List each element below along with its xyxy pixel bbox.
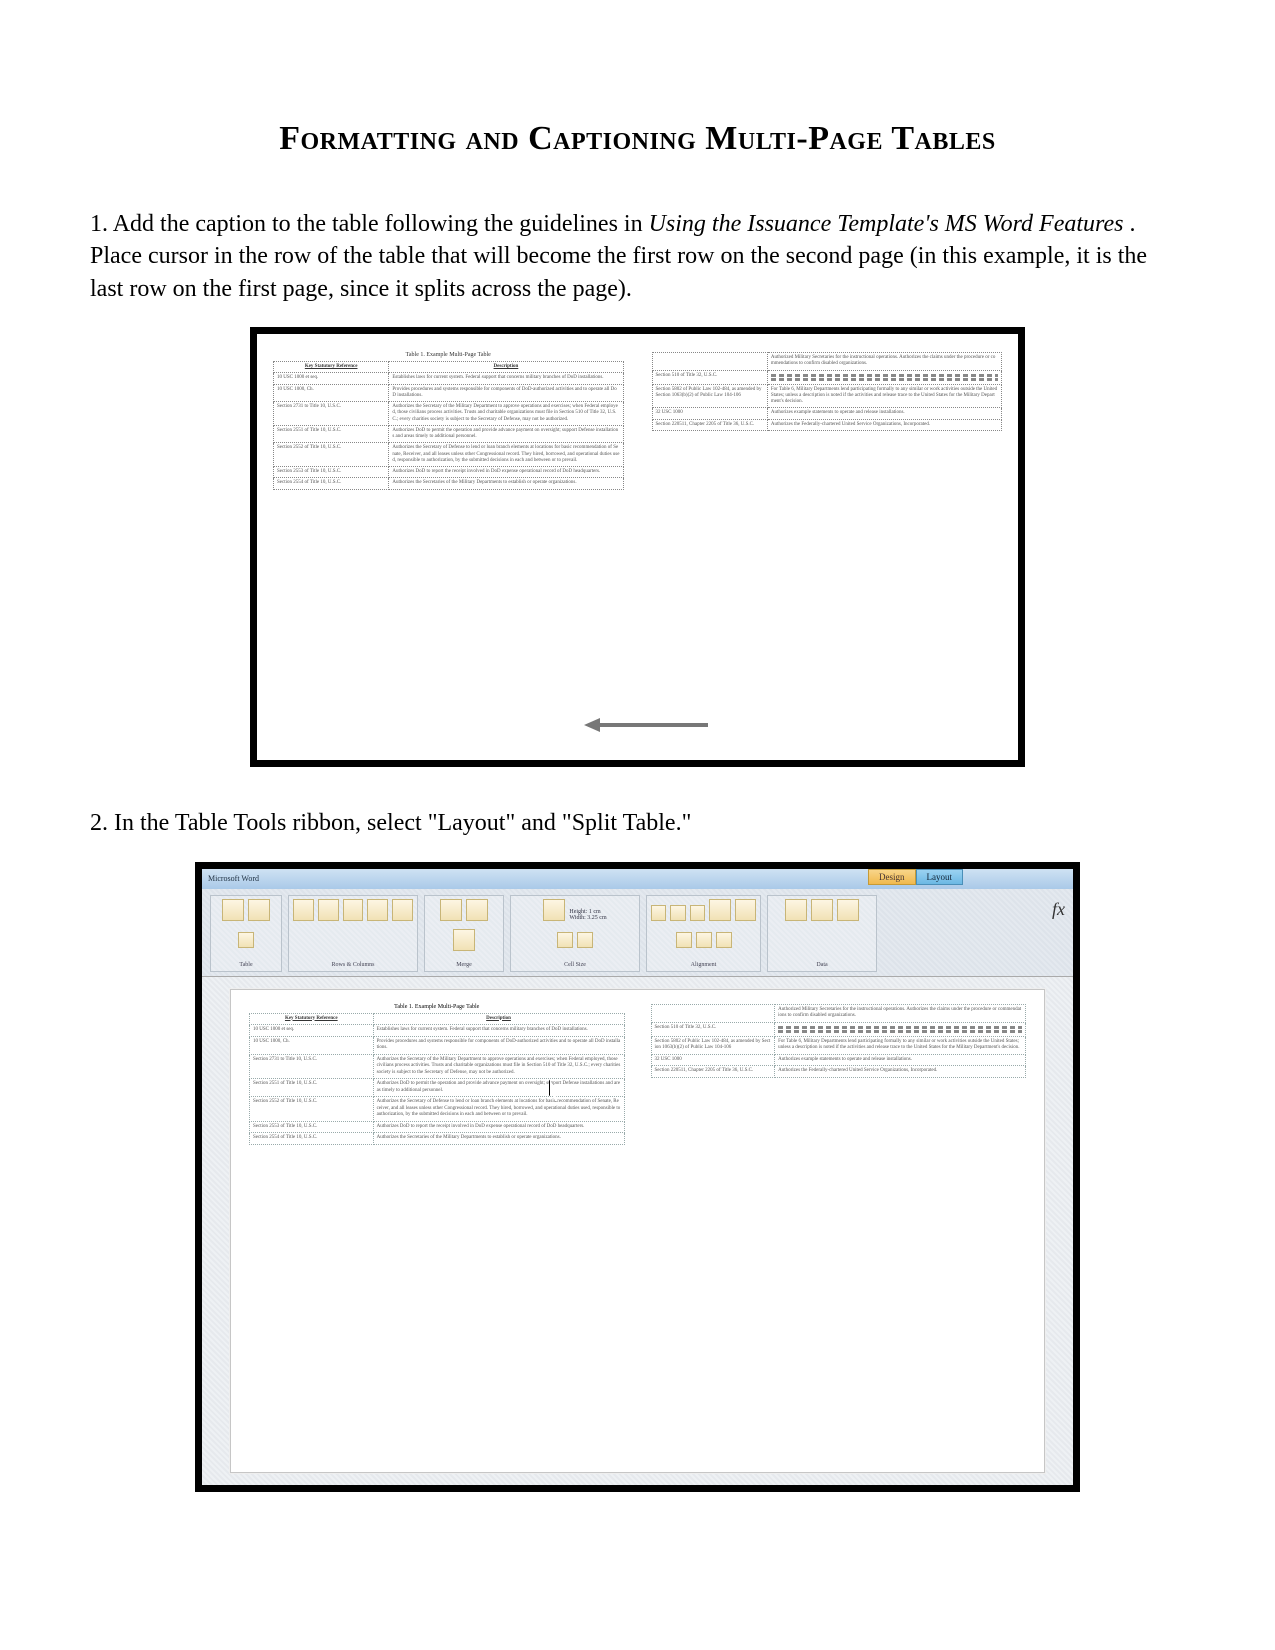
- table-row: Section 220511, Chapter 2205 of Title 36…: [651, 1066, 1026, 1078]
- figure-1: Table 1. Example Multi-Page Table Key St…: [250, 327, 1025, 767]
- sort-button[interactable]: [785, 899, 807, 921]
- fig2-table-right: Authorized Military Secretaries for the …: [651, 1004, 1027, 1078]
- fig1-table-page1: Key Statutory Reference Description 10 U…: [273, 361, 624, 490]
- table-row: 10 USC 1000, Ch.Provides procedures and …: [274, 384, 624, 402]
- ribbon-layout: Table Rows & Columns Merge: [202, 889, 1073, 977]
- table-row: Section 2554 of Title 10, U.S.C.Authoriz…: [274, 478, 624, 489]
- delete-button[interactable]: [293, 899, 314, 921]
- fig1-page-2: Authorized Military Secretaries for the …: [652, 352, 1003, 742]
- fig1-header-ref: Key Statutory Reference: [274, 362, 389, 373]
- formula-icon[interactable]: fx: [1052, 899, 1065, 920]
- step-2-number: 2.: [90, 810, 108, 836]
- insert-left-button[interactable]: [367, 899, 388, 921]
- table-row: Section 5802 of Public Law 102-484, as a…: [652, 384, 1002, 408]
- table-tools-tabs: Design Layout: [868, 869, 963, 885]
- table-row: Section 5802 of Public Law 102-484, as a…: [651, 1036, 1026, 1054]
- view-gridlines-button[interactable]: [248, 899, 270, 921]
- step-1-text-a: Add the caption to the table following t…: [113, 211, 649, 237]
- window-title: Microsoft Word: [208, 874, 259, 883]
- table-row: Authorized Military Secretaries for the …: [651, 1004, 1026, 1022]
- split-table-button[interactable]: [453, 929, 475, 951]
- table-row: Section 2552 of Title 10, U.S.C.Authoriz…: [274, 443, 624, 467]
- table-row: Section 2731 to Title 10, U.S.C.Authoriz…: [250, 1054, 625, 1079]
- group-rows-columns: Rows & Columns: [288, 895, 418, 972]
- distribute-columns-button[interactable]: [577, 932, 593, 948]
- merge-cells-button[interactable]: [440, 899, 462, 921]
- fig1-header-desc: Description: [389, 362, 623, 373]
- group-merge: Merge: [424, 895, 504, 972]
- table-row: 10 USC 1000 et seq.Establishes laws for …: [274, 373, 624, 384]
- text-direction-button[interactable]: [709, 899, 730, 921]
- arrow-indicator-icon: [588, 718, 708, 732]
- fig1-page-1: Table 1. Example Multi-Page Table Key St…: [273, 352, 624, 742]
- table-row: Section 2552 of Title 10, U.S.C.Authoriz…: [250, 1097, 625, 1122]
- table-row: Section 510 of Title 32, U.S.C.: [651, 1022, 1026, 1036]
- step-2-text: In the Table Tools ribbon, select "Layou…: [114, 810, 691, 836]
- table-row: 32 USC 1000Authorizes example statements…: [651, 1054, 1026, 1066]
- table-row: Section 2553 of Title 10, U.S.C.Authoriz…: [250, 1121, 625, 1133]
- align-tl-button[interactable]: [651, 905, 666, 921]
- table-row: Section 220511, Chapter 2205 of Title 36…: [652, 419, 1002, 430]
- table-row: Section 2551 of Title 10, U.S.C.Authoriz…: [250, 1079, 625, 1097]
- table-row: Section 2731 to Title 10, U.S.C.Authoriz…: [274, 402, 624, 426]
- insert-right-button[interactable]: [392, 899, 413, 921]
- document-area: Table 1. Example Multi-Page Table Key St…: [202, 977, 1073, 1485]
- fig1-table-caption: Table 1. Example Multi-Page Table: [273, 352, 624, 358]
- autofit-button[interactable]: [543, 899, 565, 921]
- tab-layout[interactable]: Layout: [916, 869, 964, 885]
- convert-to-text-button[interactable]: [837, 899, 859, 921]
- align-mr-button[interactable]: [716, 932, 732, 948]
- fig2-table-caption: Table 1. Example Multi-Page Table: [249, 1004, 625, 1010]
- align-mc-button[interactable]: [696, 932, 712, 948]
- properties-button[interactable]: [238, 932, 254, 948]
- figure-2: Microsoft Word Design Layout fx Table: [195, 862, 1080, 1492]
- tab-design[interactable]: Design: [868, 869, 916, 885]
- select-button[interactable]: [222, 899, 244, 921]
- table-row: 10 USC 1000, Ch.Provides procedures and …: [250, 1036, 625, 1054]
- step-1: 1. Add the caption to the table followin…: [90, 208, 1185, 305]
- align-tc-button[interactable]: [670, 905, 685, 921]
- insert-below-button[interactable]: [343, 899, 364, 921]
- step-2: 2. In the Table Tools ribbon, select "La…: [90, 807, 1185, 839]
- table-row: Section 2554 of Title 10, U.S.C.Authoriz…: [250, 1133, 625, 1145]
- group-alignment: Alignment: [646, 895, 761, 972]
- insert-above-button[interactable]: [318, 899, 339, 921]
- align-ml-button[interactable]: [676, 932, 692, 948]
- repeat-header-button[interactable]: [811, 899, 833, 921]
- table-row: Section 510 of Title 32, U.S.C.: [652, 370, 1002, 384]
- step-1-doc-title: Using the Issuance Template's MS Word Fe…: [649, 211, 1124, 237]
- split-cells-button[interactable]: [466, 899, 488, 921]
- table-row: 10 USC 1000 et seq.Establishes laws for …: [250, 1025, 625, 1037]
- cell-margins-button[interactable]: [735, 899, 756, 921]
- document-sheet: Table 1. Example Multi-Page Table Key St…: [230, 989, 1045, 1473]
- distribute-rows-button[interactable]: [557, 932, 573, 948]
- fig2-table-left: Key Statutory ReferenceDescription 10 US…: [249, 1013, 625, 1145]
- table-row: Section 2551 of Title 10, U.S.C.Authoriz…: [274, 425, 624, 443]
- group-cell-size: Height: 1 cm Width: 3.25 cm Cell Size: [510, 895, 640, 972]
- fig1-table-page2: Authorized Military Secretaries for the …: [652, 352, 1003, 431]
- step-1-number: 1.: [90, 211, 108, 237]
- table-row: Section 2553 of Title 10, U.S.C.Authoriz…: [274, 467, 624, 478]
- table-row: 32 USC 1000Authorizes example statements…: [652, 408, 1002, 419]
- table-row: Authorized Military Secretaries for the …: [652, 353, 1002, 371]
- page-title: Formatting and Captioning Multi-Page Tab…: [90, 120, 1185, 158]
- align-tr-button[interactable]: [690, 905, 705, 921]
- width-field[interactable]: Width: 3.25 cm: [569, 915, 606, 921]
- group-table: Table: [210, 895, 282, 972]
- group-data: Data: [767, 895, 877, 972]
